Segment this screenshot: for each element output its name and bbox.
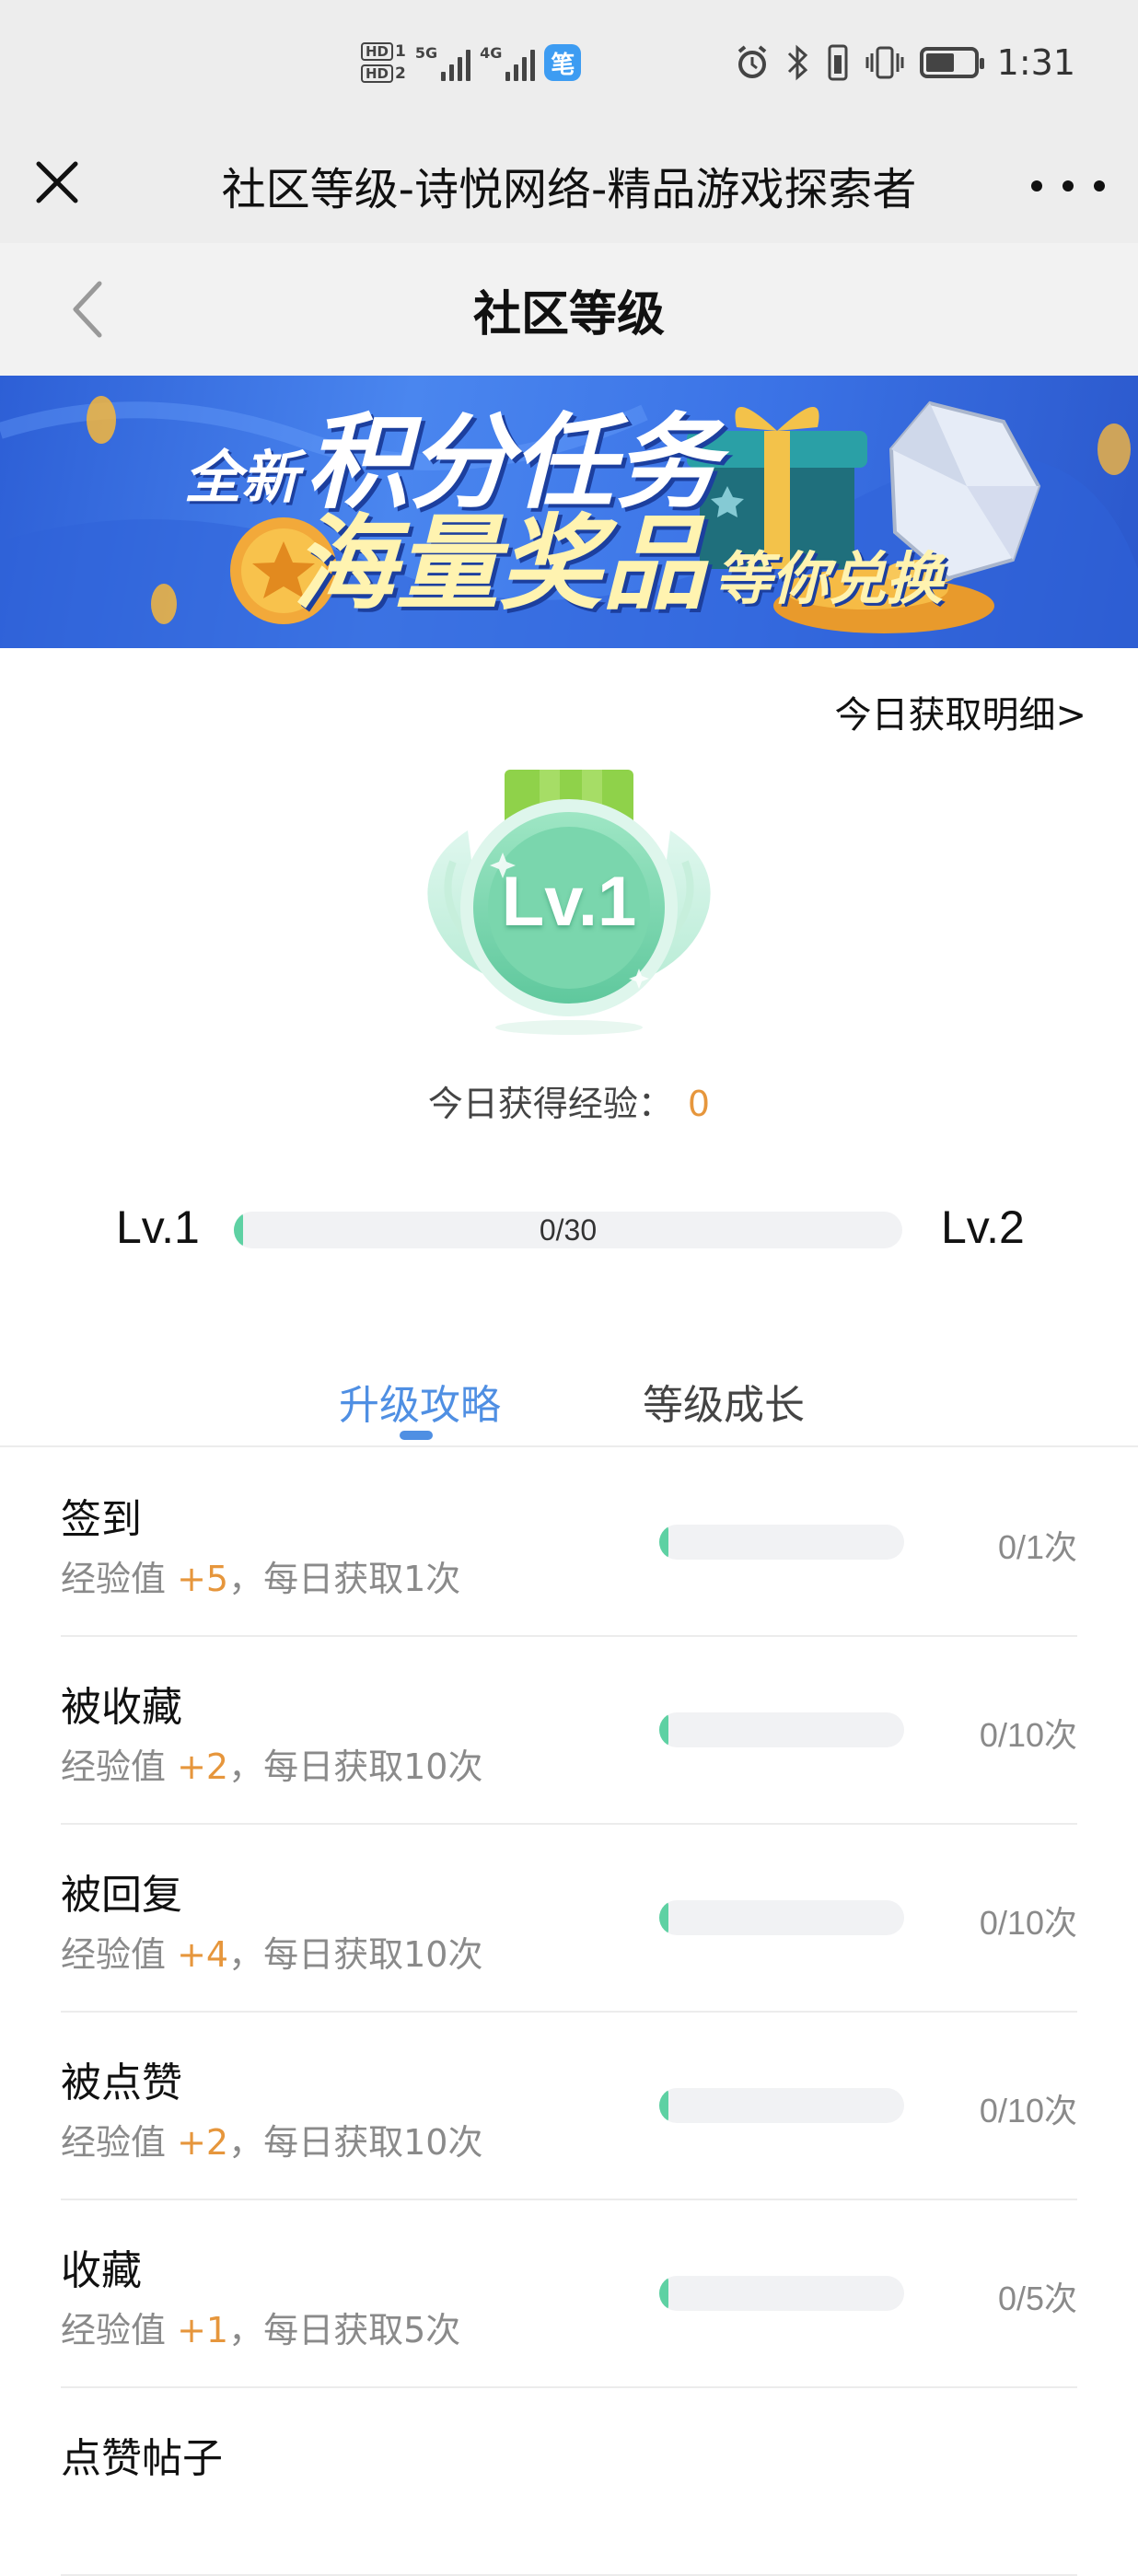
task-desc: 经验值 +2，每日获取10次 <box>61 2122 483 2163</box>
tab-active-indicator <box>400 1431 433 1440</box>
tab-upgrade-guide[interactable]: 升级攻略 <box>339 1372 501 1431</box>
app-notification-icon: 笔 <box>544 44 582 81</box>
signal-4g-icon: 4G <box>480 44 536 81</box>
list-item: 点赞帖子 <box>61 2388 1077 2576</box>
task-name: 被回复 <box>61 1872 182 1919</box>
list-item: 签到 经验值 +5，每日获取1次 0/1次 <box>61 1449 1077 1637</box>
task-progress-track <box>659 1900 904 1935</box>
task-name: 被收藏 <box>61 1684 182 1731</box>
task-name: 签到 <box>61 1496 142 1543</box>
status-bar: HD 1 HD 2 5G 4G 笔 1:31 <box>0 0 1138 127</box>
task-progress-track <box>659 2276 904 2311</box>
list-item: 被收藏 经验值 +2，每日获取10次 0/10次 <box>61 1637 1077 1825</box>
page-header: 社区等级 <box>0 243 1138 376</box>
task-count: 0/10次 <box>979 2092 1077 2129</box>
task-progress-fill <box>659 1525 668 1560</box>
alarm-icon <box>737 45 766 78</box>
level-progress-text: 0/30 <box>539 1213 598 1247</box>
task-progress-fill <box>659 1900 668 1935</box>
task-name: 点赞帖子 <box>61 2435 223 2482</box>
medal-level-label: Lv.1 <box>501 863 637 941</box>
hd1-icon: HD 1 <box>361 42 406 61</box>
level-medal: Lv.1 <box>401 760 737 1037</box>
promo-banner[interactable]: 全新 积分任务 海量奖品 等你兑换 <box>0 376 1138 648</box>
hd2-icon: HD 2 <box>361 64 406 83</box>
close-icon[interactable] <box>28 153 87 212</box>
task-count: 0/1次 <box>997 1528 1077 1566</box>
task-progress-track <box>659 1525 904 1560</box>
task-points: +1 <box>177 2310 229 2350</box>
hd-indicators: HD 1 HD 2 <box>361 42 406 83</box>
bluetooth-icon <box>787 44 807 81</box>
task-desc: 经验值 +2，每日获取10次 <box>61 1746 483 1787</box>
task-name: 收藏 <box>61 2247 142 2294</box>
status-bar-left: HD 1 HD 2 5G 4G 笔 <box>361 33 582 92</box>
task-points: +4 <box>177 1934 229 1975</box>
banner-headline-2: 海量奖品 等你兑换 <box>293 505 944 624</box>
task-points: +2 <box>177 2122 229 2163</box>
task-progress-track <box>659 1712 904 1747</box>
webview-title-bar: 社区等级-诗悦网络-精品游戏探索者 <box>0 127 1138 243</box>
page-title: 社区等级 <box>472 286 665 342</box>
task-progress-fill <box>659 2088 668 2123</box>
vibrate-icon <box>865 46 904 79</box>
task-desc: 经验值 +1，每日获取5次 <box>61 2310 461 2350</box>
task-points: +5 <box>177 1559 229 1599</box>
next-level-label: Lv.2 <box>941 1201 1025 1253</box>
current-level-label: Lv.1 <box>116 1201 200 1253</box>
today-exp: 今日获得经验： 0 <box>0 1075 1138 1126</box>
task-progress-fill <box>659 1712 668 1747</box>
battery-icon <box>919 47 984 78</box>
phone-icon <box>828 44 848 81</box>
signal-5g-icon: 5G <box>415 44 471 81</box>
webview-title: 社区等级-诗悦网络-精品游戏探索者 <box>221 164 917 215</box>
today-exp-label: 今日获得经验： <box>427 1084 673 1124</box>
list-item: 被回复 经验值 +4，每日获取10次 0/10次 <box>61 1825 1077 2013</box>
task-progress-fill <box>659 2276 668 2311</box>
more-icon[interactable] <box>1031 168 1105 204</box>
banner-headline-1: 全新 积分任务 <box>184 403 719 523</box>
task-progress-track <box>659 2088 904 2123</box>
task-count: 0/10次 <box>979 1904 1077 1942</box>
task-count: 0/5次 <box>997 2280 1077 2317</box>
list-item: 收藏 经验值 +1，每日获取5次 0/5次 <box>61 2200 1077 2388</box>
status-bar-right: 1:31 <box>734 33 1075 92</box>
tab-bar: 升级攻略 等级成长 <box>0 1344 1138 1447</box>
task-count: 0/10次 <box>979 1716 1077 1754</box>
list-item: 被点赞 经验值 +2，每日获取10次 0/10次 <box>61 2013 1077 2200</box>
today-exp-value: 0 <box>687 1084 711 1124</box>
tab-level-growth[interactable]: 等级成长 <box>643 1372 805 1431</box>
clock: 1:31 <box>996 42 1075 83</box>
task-points: +2 <box>177 1746 229 1787</box>
task-desc: 经验值 +5，每日获取1次 <box>61 1559 461 1599</box>
task-list: 签到 经验值 +5，每日获取1次 0/1次 被收藏 经验值 +2，每日获取10次… <box>61 1449 1077 2576</box>
task-name: 被点赞 <box>61 2060 182 2106</box>
level-progress: Lv.1 0/30 Lv.2 <box>0 1197 1138 1267</box>
today-detail-link[interactable]: 今日获取明细> <box>834 685 1086 738</box>
task-desc: 经验值 +4，每日获取10次 <box>61 1934 483 1975</box>
